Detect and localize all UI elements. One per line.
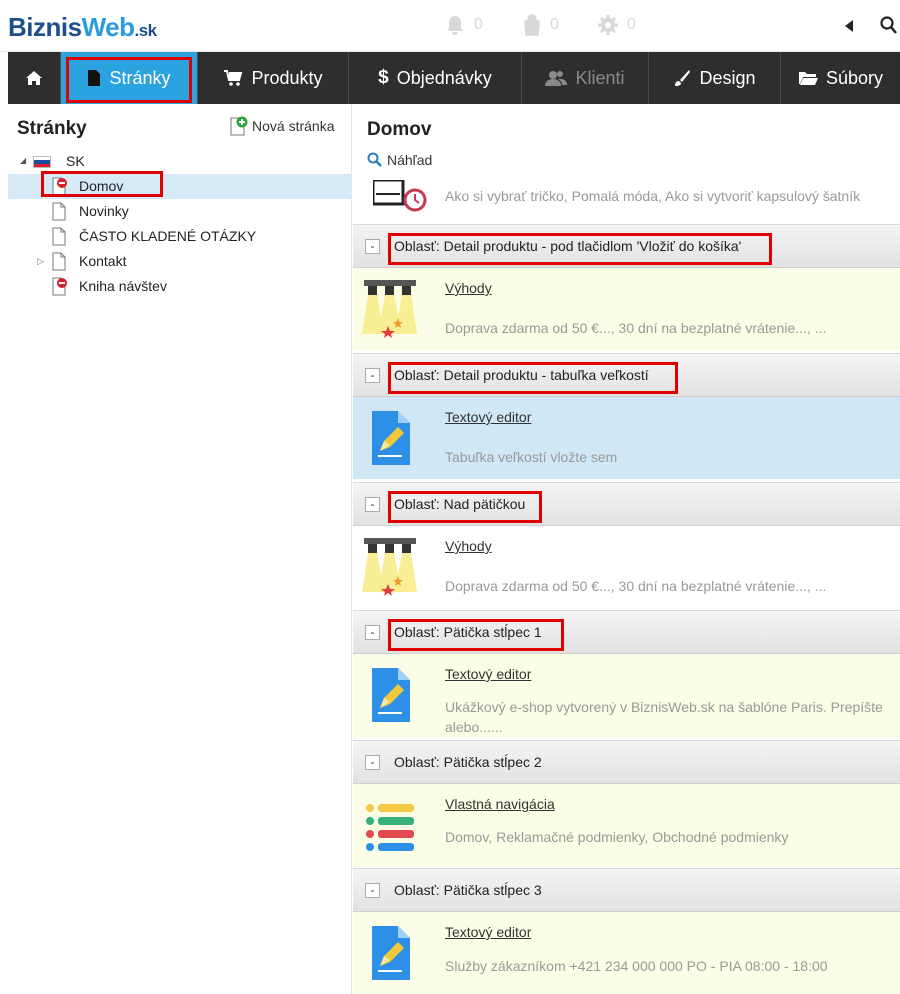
area-header[interactable]: - Oblasť: Detail produktu - tabuľka veľk…: [353, 353, 900, 397]
collapse-button[interactable]: -: [365, 625, 380, 640]
nav-objednavky[interactable]: $ Objednávky: [349, 52, 522, 104]
tree-node-faq[interactable]: ČASTO KLADENÉ OTÁZKY: [8, 224, 352, 249]
highlight-box: [388, 362, 678, 394]
spotlight-icon: [362, 280, 417, 338]
widget-card[interactable]: Výhody Doprava zdarma od 50 €..., 30 dní…: [353, 268, 900, 350]
highlight-box: [388, 619, 564, 651]
expand-right-icon[interactable]: ▷: [37, 256, 44, 267]
highlight-box: [388, 491, 542, 523]
page-icon: [52, 202, 66, 221]
magnifier-icon: [367, 152, 382, 167]
main-navigation: Stránky Produkty $ Objednávky Klienti De…: [8, 52, 900, 104]
tree-node-domov[interactable]: Domov: [8, 171, 352, 199]
highlight-box: [41, 171, 163, 197]
orders-indicator[interactable]: 0: [522, 14, 559, 36]
collapse-button[interactable]: -: [365, 755, 380, 770]
spotlight-icon: [362, 538, 417, 596]
text-editor-icon: [372, 668, 410, 722]
tree-node-kniha-navstev[interactable]: Kniha návštev: [8, 274, 352, 299]
widget-card[interactable]: Vlastná navigácia Domov, Reklamačné podm…: [353, 784, 900, 867]
tree-node-novinky[interactable]: Novinky: [8, 199, 352, 224]
bell-icon: [447, 16, 463, 35]
widget-card[interactable]: Výhody Doprava zdarma od 50 €..., 30 dní…: [353, 526, 900, 608]
widget-card[interactable]: Textový editor Tabuľka veľkostí vložte s…: [353, 397, 900, 479]
top-bar: BiznisWeb.sk 0 0 0: [0, 0, 900, 52]
widget-partial[interactable]: Ako si vybrať tričko, Pomalá móda, Ako s…: [353, 180, 900, 224]
users-icon: [545, 71, 568, 86]
highlight-box: [388, 233, 772, 265]
area-header[interactable]: - Oblasť: Detail produktu - pod tlačidlo…: [353, 224, 900, 268]
page-tree: ◢ SK Domov Novinky ČASTO KLADENÉ OTÁZKY …: [8, 149, 352, 299]
wardrobe-clock-icon: [373, 180, 427, 212]
page-icon: [52, 227, 66, 246]
slovakia-flag-icon: [33, 156, 51, 168]
area-header[interactable]: - Oblasť: Nad pätičkou: [353, 482, 900, 526]
page-disabled-icon: [52, 277, 67, 296]
notifications-indicator[interactable]: 0: [444, 14, 483, 36]
widget-card[interactable]: Textový editor Služby zákazníkom +421 23…: [353, 912, 900, 994]
collapse-button[interactable]: -: [365, 883, 380, 898]
new-page-button[interactable]: Nová stránka: [230, 116, 334, 136]
search-icon[interactable]: [880, 16, 898, 36]
pages-panel: Stránky Nová stránka ◢ SK Domov Novinky …: [8, 104, 352, 994]
nav-klienti[interactable]: Klienti: [522, 52, 649, 104]
cart-icon: [224, 70, 243, 86]
text-editor-icon: [372, 411, 410, 465]
nav-home[interactable]: [8, 52, 61, 104]
widget-card[interactable]: Textový editor Ukážkový e-shop vytvorený…: [353, 654, 900, 737]
area-header[interactable]: - Oblasť: Pätička stĺpec 2: [353, 740, 900, 784]
page-icon: [52, 252, 66, 271]
back-arrow-icon[interactable]: [845, 20, 853, 32]
preview-link[interactable]: Náhľad: [367, 152, 432, 168]
nav-design[interactable]: Design: [649, 52, 781, 104]
area-header[interactable]: - Oblasť: Pätička stĺpec 3: [353, 868, 900, 912]
page-content-panel: Domov Náhľad Ako si vybrať tričko, Pomal…: [353, 104, 900, 994]
nav-stranky[interactable]: Stránky: [61, 52, 198, 104]
area-header[interactable]: - Oblasť: Pätička stĺpec 1: [353, 610, 900, 654]
page-icon: [88, 70, 101, 86]
gear-icon: [598, 15, 618, 35]
pages-panel-title: Stránky: [17, 118, 87, 139]
nav-subory[interactable]: Súbory: [781, 52, 900, 104]
folder-icon: [798, 72, 818, 85]
text-editor-icon: [372, 926, 410, 980]
collapse-button[interactable]: -: [365, 497, 380, 512]
logo[interactable]: BiznisWeb.sk: [8, 12, 157, 43]
navigation-list-icon: [366, 804, 414, 851]
page-title: Domov: [367, 119, 432, 140]
settings-indicator[interactable]: 0: [597, 14, 636, 36]
shopping-bag-icon: [524, 14, 540, 36]
tree-node-kontakt[interactable]: ▷ Kontakt: [8, 249, 352, 274]
brush-icon: [675, 70, 691, 86]
home-icon: [26, 71, 42, 85]
add-page-icon: [230, 116, 248, 136]
dollar-icon: $: [378, 67, 389, 88]
expand-down-icon[interactable]: ◢: [20, 156, 26, 165]
collapse-button[interactable]: -: [365, 368, 380, 383]
collapse-button[interactable]: -: [365, 239, 380, 254]
nav-produkty[interactable]: Produkty: [198, 52, 349, 104]
